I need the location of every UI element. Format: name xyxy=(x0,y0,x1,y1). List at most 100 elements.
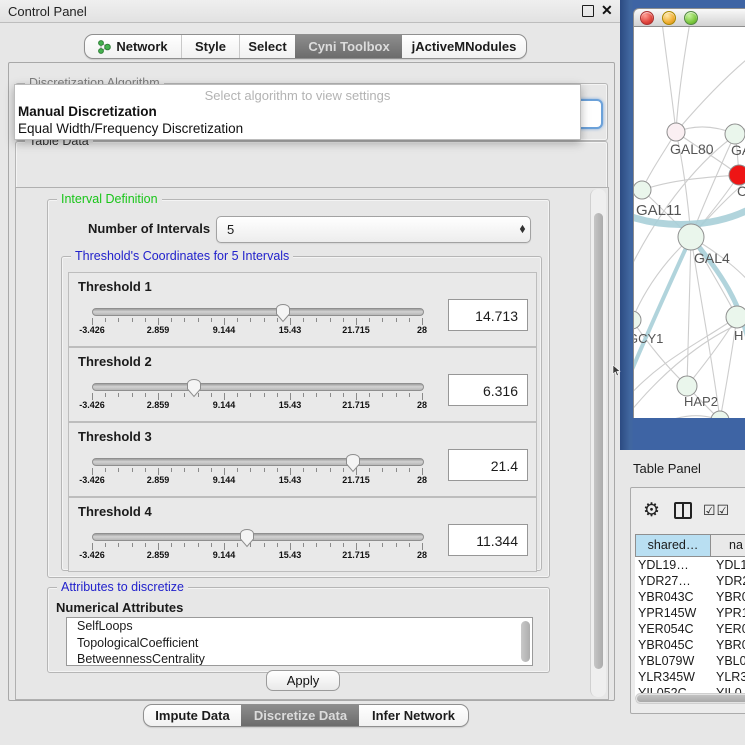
slider-tick xyxy=(92,468,93,475)
slider-track[interactable] xyxy=(92,383,424,391)
slider-tick xyxy=(237,318,238,322)
table-row[interactable]: YDL19…YDL1 xyxy=(635,557,745,573)
slider-tick xyxy=(132,543,133,547)
cell-name: YER0 xyxy=(716,621,745,637)
table-row[interactable]: YBL079WYBL0 xyxy=(635,653,745,669)
slider-handle[interactable] xyxy=(185,376,203,398)
slider-tick xyxy=(382,543,383,547)
scrollbar-thumb[interactable] xyxy=(594,213,603,669)
attribute-item-betweennesscentrality[interactable]: BetweennessCentrality xyxy=(67,651,532,666)
slider-tick xyxy=(396,468,397,472)
float-window-icon[interactable] xyxy=(582,5,594,17)
network-node-hap2[interactable] xyxy=(677,376,697,396)
slider-tick xyxy=(277,468,278,472)
tab-discretize-data[interactable]: Discretize Data xyxy=(241,705,359,726)
list-scrollbar-thumb[interactable] xyxy=(521,621,530,662)
threshold-value-field[interactable]: 14.713 xyxy=(448,299,528,331)
threshold-slider-3[interactable]: -3.4262.8599.14415.4321.71528 xyxy=(92,451,422,489)
network-window-titlebar[interactable] xyxy=(633,8,745,27)
slider-tick xyxy=(277,393,278,397)
tab-infer-network[interactable]: Infer Network xyxy=(359,705,468,726)
table-row[interactable]: YBR043CYBR0 xyxy=(635,589,745,605)
threshold-value-field[interactable]: 11.344 xyxy=(448,524,528,556)
slider-handle-glyph xyxy=(344,451,362,473)
network-node[interactable] xyxy=(711,411,729,418)
slider-tick xyxy=(184,318,185,322)
slider-tick xyxy=(224,318,225,325)
tab-network[interactable]: Network xyxy=(85,35,181,58)
attribute-item-selfloops[interactable]: SelfLoops xyxy=(67,618,532,635)
slider-tick xyxy=(105,318,106,322)
column-header-name[interactable]: na xyxy=(710,534,745,557)
zoom-traffic-light[interactable] xyxy=(684,11,698,25)
threshold-slider-4[interactable]: -3.4262.8599.14415.4321.71528 xyxy=(92,526,422,564)
slider-tick-label: 9.144 xyxy=(213,550,236,560)
slider-tick xyxy=(343,393,344,397)
columns-icon[interactable] xyxy=(674,502,692,519)
slider-tick xyxy=(132,318,133,322)
attribute-item-topologicalcoefficient[interactable]: TopologicalCoefficient xyxy=(67,635,532,652)
tab-impute-data[interactable]: Impute Data xyxy=(144,705,241,726)
minimize-traffic-light[interactable] xyxy=(662,11,676,25)
tab-select[interactable]: Select xyxy=(239,35,295,58)
table-row[interactable]: YLR345WYLR3 xyxy=(635,669,745,685)
slider-tick xyxy=(316,543,317,547)
vertical-scrollbar[interactable] xyxy=(590,189,606,697)
slider-track[interactable] xyxy=(92,308,424,316)
slider-tick xyxy=(237,393,238,397)
threshold-value-field[interactable]: 21.4 xyxy=(448,449,528,481)
group-title: Attributes to discretize xyxy=(57,580,188,594)
slider-tick xyxy=(396,393,397,397)
network-node-gal80[interactable] xyxy=(667,123,685,141)
cell-name: YBR0 xyxy=(716,589,745,605)
tab-style[interactable]: Style xyxy=(181,35,239,58)
close-traffic-light[interactable] xyxy=(640,11,654,25)
close-icon[interactable]: ✕ xyxy=(601,2,613,19)
tab-cyni-toolbox[interactable]: Cyni Toolbox xyxy=(295,35,402,58)
slider-tick xyxy=(171,543,172,547)
network-node-ga[interactable] xyxy=(725,124,745,144)
table-row[interactable]: YPR145WYPR1 xyxy=(635,605,745,621)
apply-button[interactable]: Apply xyxy=(266,670,340,691)
table-row[interactable]: YDR27…YDR2 xyxy=(635,573,745,589)
table-row[interactable]: YER054CYER0 xyxy=(635,621,745,637)
table-row[interactable]: YBR045CYBR0 xyxy=(635,637,745,653)
slider-track[interactable] xyxy=(92,533,424,541)
dropdown-option-equal-width-frequency-discretization[interactable]: Equal Width/Frequency Discretization xyxy=(15,120,580,137)
slider-tick xyxy=(105,393,106,397)
checkbox-icons[interactable]: ☑☑ xyxy=(703,502,730,519)
threshold-slider-1[interactable]: -3.4262.8599.14415.4321.71528 xyxy=(92,301,422,339)
network-node-gcy1[interactable] xyxy=(633,311,641,329)
slider-tick xyxy=(92,543,93,550)
threshold-value-field[interactable]: 6.316 xyxy=(448,374,528,406)
network-node-h[interactable] xyxy=(726,306,745,328)
column-header-shared[interactable]: shared… xyxy=(635,534,711,557)
slider-tick xyxy=(211,318,212,322)
slider-tick-label: 2.859 xyxy=(147,325,170,335)
slider-tick xyxy=(290,393,291,400)
threshold-slider-2[interactable]: -3.4262.8599.14415.4321.71528 xyxy=(92,376,422,414)
horizontal-scrollbar[interactable] xyxy=(635,693,745,704)
network-node-c[interactable] xyxy=(729,165,745,185)
slider-handle[interactable] xyxy=(274,301,292,323)
gear-icon[interactable]: ⚙ xyxy=(643,499,660,522)
network-node-gal4[interactable] xyxy=(678,224,704,250)
tab-label: jActiveMNodules xyxy=(412,39,517,54)
threshold-label: Threshold 2 xyxy=(78,354,152,369)
network-canvas[interactable]: GAL80GACGAL11GAL4GCY1HHAP2 xyxy=(633,27,745,418)
slider-tick-label: 21.715 xyxy=(342,400,370,410)
tab-label: Style xyxy=(195,39,226,54)
tab-jactivemnodules[interactable]: jActiveMNodules xyxy=(402,35,526,58)
slider-track[interactable] xyxy=(92,458,424,466)
network-node-gal11[interactable] xyxy=(633,181,651,199)
dropdown-option-manual-discretization[interactable]: Manual Discretization xyxy=(15,103,580,120)
slider-tick xyxy=(264,468,265,472)
slider-handle[interactable] xyxy=(238,526,256,548)
slider-tick-label: 9.144 xyxy=(213,325,236,335)
slider-tick xyxy=(237,468,238,472)
number-of-intervals-combobox[interactable]: 5 ▲▼ xyxy=(216,216,531,243)
scrollbar-thumb[interactable] xyxy=(637,695,745,702)
numerical-attributes-list[interactable]: SelfLoopsTopologicalCoefficientBetweenne… xyxy=(66,617,533,666)
slider-handle[interactable] xyxy=(344,451,362,473)
slider-handle-glyph xyxy=(238,526,256,548)
